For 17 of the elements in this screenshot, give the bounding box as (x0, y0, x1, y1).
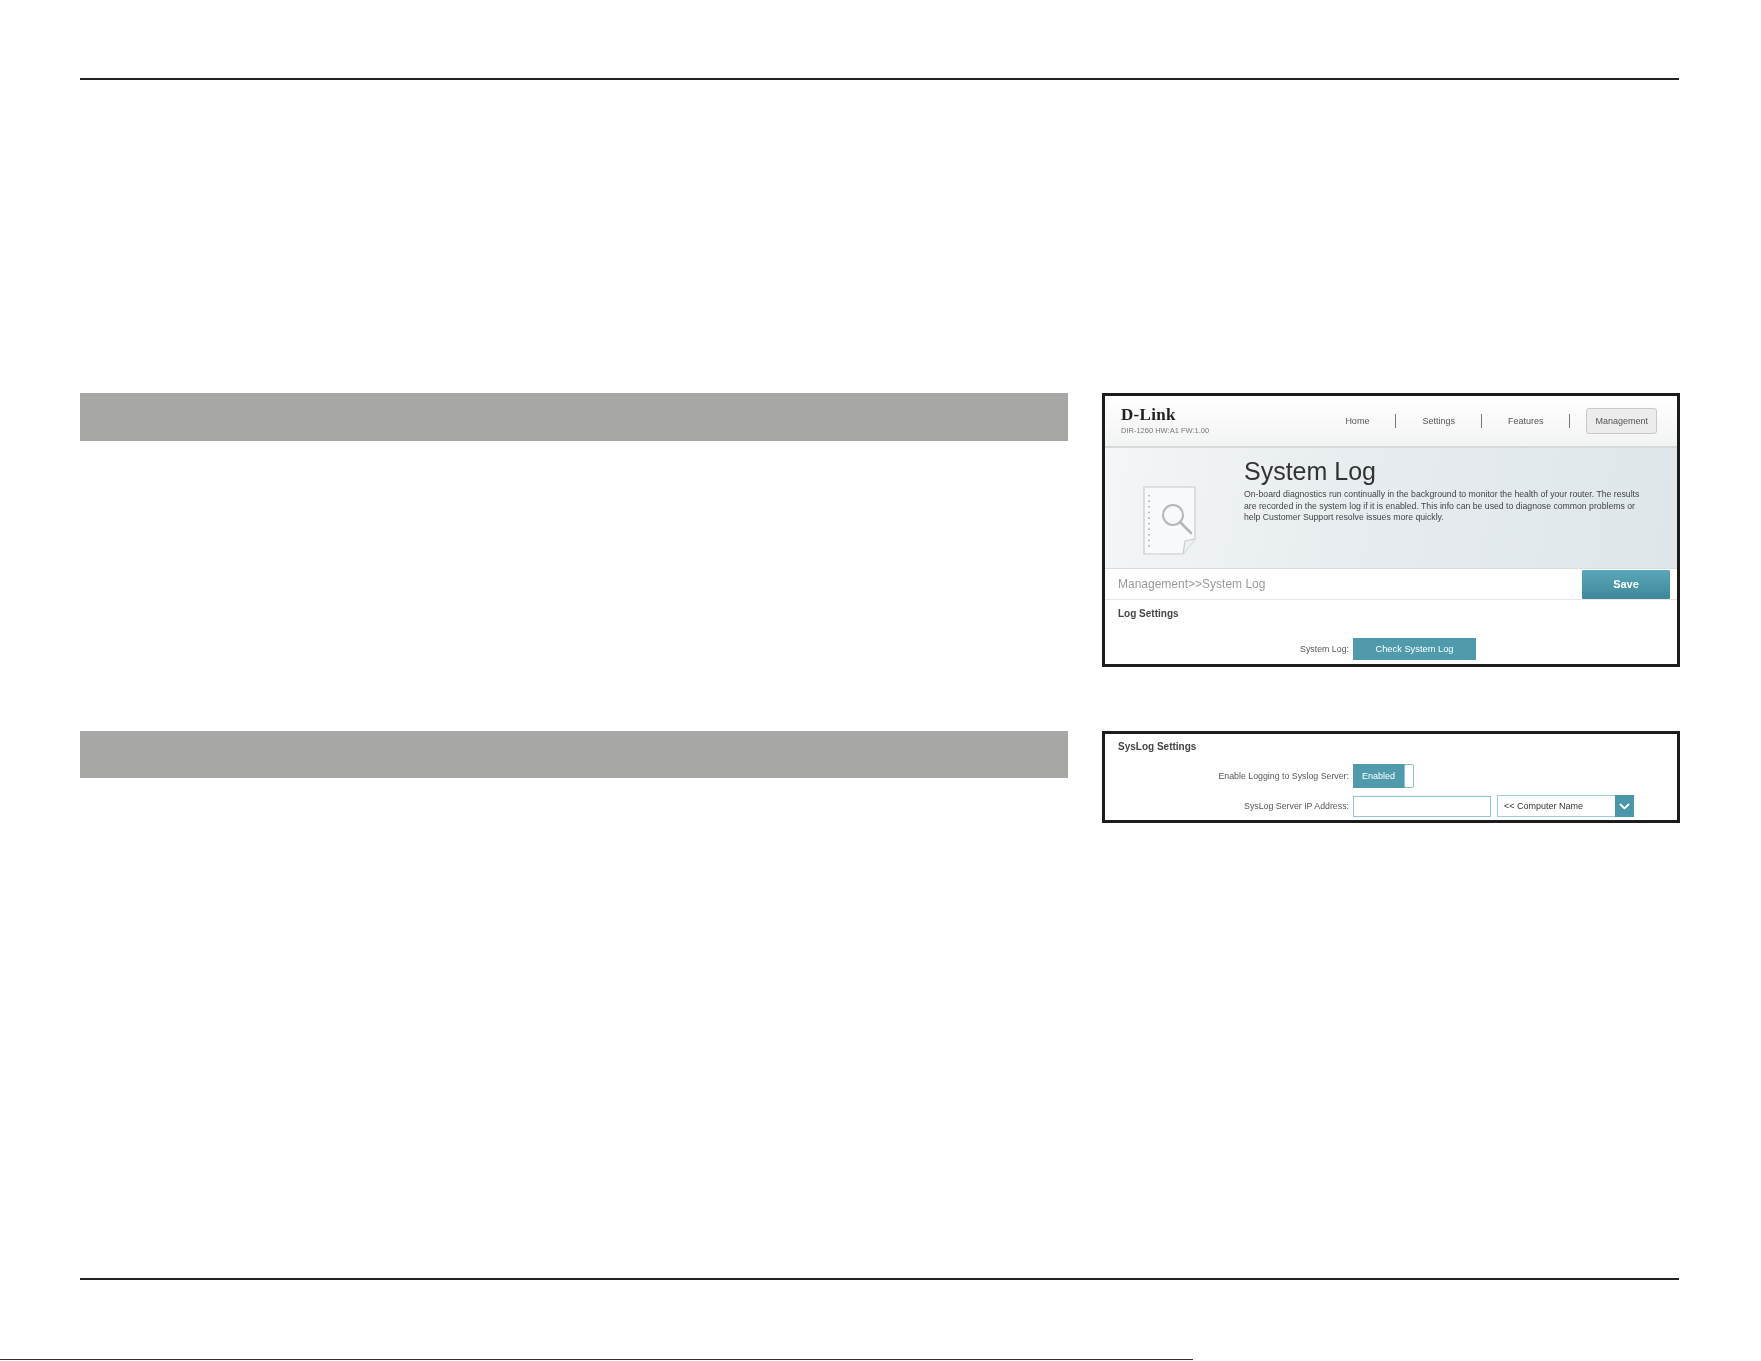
field-label: System Log: (1299, 644, 1349, 654)
ip-address-field[interactable] (1353, 795, 1491, 817)
chevron-down-icon[interactable] (1615, 795, 1634, 817)
page-title: System Log (1244, 456, 1377, 486)
group-title: SysLog Settings (1118, 741, 1198, 753)
breadcrumb-text: Management>>System Log (1118, 577, 1266, 591)
field-label: SysLog Server IP Address: (1243, 801, 1349, 811)
switch-knob[interactable] (1404, 764, 1414, 788)
field-label: Enable Logging to Syslog Server: (1217, 771, 1349, 781)
computer-name-select[interactable]: << Computer Name (1497, 795, 1634, 817)
nav-tab[interactable]: Features (1497, 408, 1554, 434)
brand-logo: D-Link (1121, 406, 1177, 424)
page-description: On-board diagnostics run continually in the background to monitor the health of your router. The results are recorded in the system log if it is enabled. This info can be used to diagnose common problems or help Customer Support resolve issues more quickly. (1244, 489, 1641, 524)
group-title: Log Settings (1118, 608, 1180, 620)
nav-tab[interactable]: Settings (1412, 408, 1465, 434)
nav-tab[interactable]: Management (1586, 408, 1657, 434)
nav-tab[interactable]: Home (1335, 408, 1380, 434)
